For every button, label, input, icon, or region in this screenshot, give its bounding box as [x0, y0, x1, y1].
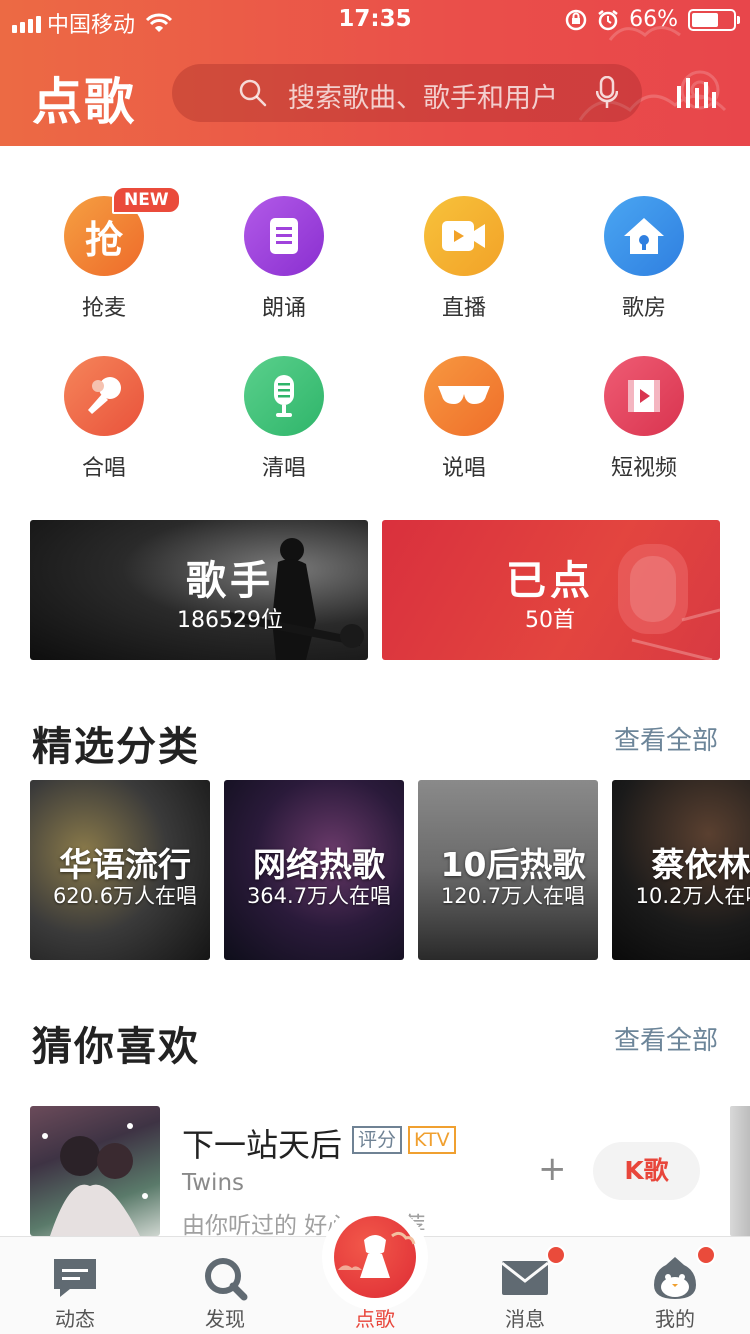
song-cover[interactable] [30, 1106, 160, 1236]
discover-icon [205, 1258, 248, 1301]
feed-icon [54, 1259, 96, 1297]
category-title: 蔡依林 [651, 845, 750, 884]
tab-discover[interactable]: 发现 [150, 1237, 300, 1334]
ktv-tag: KTV [408, 1126, 456, 1154]
tab-feed[interactable]: 动态 [0, 1237, 150, 1334]
search-bar[interactable]: 搜索歌曲、歌手和用户 [172, 64, 642, 122]
category-count: 620.6万人在唱 [52, 884, 198, 908]
song-artist: Twins [182, 1170, 245, 1196]
battery-percent: 66% [629, 7, 678, 32]
chorus-icon [88, 377, 121, 414]
center-sing-circle [334, 1216, 416, 1298]
message-unread-dot [546, 1245, 566, 1265]
center-sing-button[interactable] [322, 1204, 428, 1310]
sing-button[interactable]: K歌 [593, 1142, 700, 1200]
grid-item-a-cappella[interactable]: 清唱 [194, 356, 374, 516]
song-room-icon [624, 218, 664, 254]
singers-title: 歌手 [186, 558, 274, 604]
guess-view-all[interactable]: 查看全部 [614, 1020, 718, 1057]
song-title[interactable]: 下一站天后 [182, 1120, 342, 1166]
short-video-icon [628, 380, 660, 412]
feature-grid: 抢 NEW 抢麦 朗诵 直播 歌房 合唱 清唱 说唱 短视频 [14, 186, 736, 516]
grid-label: 说唱 [441, 456, 486, 481]
grid-label: 合唱 [81, 456, 126, 481]
add-song-button[interactable]: + [538, 1152, 567, 1186]
next-item-edge [730, 1106, 750, 1236]
status-bar: 中国移动 17:35 66% [0, 0, 750, 40]
search-placeholder: 搜索歌曲、歌手和用户 [288, 83, 558, 114]
page-title: 点歌 [32, 73, 136, 131]
sing-icon [338, 1231, 416, 1278]
category-card[interactable]: 华语流行 620.6万人在唱 [30, 780, 210, 960]
battery-fill [692, 12, 719, 27]
rap-icon [438, 386, 490, 404]
category-title: 10后热歌 [440, 845, 586, 884]
search-icon [239, 79, 267, 107]
live-icon [442, 221, 485, 251]
grid-item-rap[interactable]: 说唱 [374, 356, 554, 516]
tab-profile[interactable]: 我的 [600, 1237, 750, 1334]
grid-item-song-room[interactable]: 歌房 [554, 196, 734, 356]
category-title: 华语流行 [59, 845, 191, 884]
ordered-title: 已点 [506, 558, 594, 604]
category-card[interactable]: 10后热歌 120.7万人在唱 [418, 780, 598, 960]
alarm-icon [598, 9, 618, 30]
guess-title: 猜你喜欢 [32, 1024, 200, 1070]
tab-label: 我的 [655, 1307, 695, 1331]
tab-label: 动态 [55, 1307, 95, 1331]
featured-title: 精选分类 [32, 724, 200, 770]
a-cappella-icon [274, 375, 294, 417]
recite-icon [270, 218, 298, 254]
category-count: 364.7万人在唱 [246, 884, 392, 908]
profile-icon [654, 1257, 696, 1299]
tab-label: 消息 [505, 1307, 545, 1331]
tab-messages[interactable]: 消息 [450, 1237, 600, 1334]
profile-unread-dot [696, 1245, 716, 1265]
category-card[interactable]: 蔡依林 10.2万人在唱 [612, 780, 750, 960]
grid-item-live[interactable]: 直播 [374, 196, 554, 356]
grab-mic-icon: 抢 [84, 217, 123, 262]
tab-label: 发现 [205, 1307, 245, 1331]
battery-icon [688, 8, 740, 31]
rotation-lock-icon [565, 9, 587, 30]
grid-label: 歌房 [621, 296, 666, 321]
header: 中国移动 17:35 66% 点歌 搜索歌曲、歌手和用户 [0, 0, 750, 146]
category-count: 120.7万人在唱 [440, 884, 586, 908]
featured-view-all[interactable]: 查看全部 [614, 720, 718, 757]
message-icon [501, 1261, 549, 1295]
grid-label: 朗诵 [261, 296, 306, 321]
grid-label: 抢麦 [81, 296, 126, 321]
grid-label: 短视频 [610, 456, 677, 481]
new-badge: NEW [112, 186, 181, 214]
grid-item-recite[interactable]: 朗诵 [194, 196, 374, 356]
category-card[interactable]: 网络热歌 364.7万人在唱 [224, 780, 404, 960]
microphone-icon[interactable] [596, 76, 618, 110]
category-title: 网络热歌 [253, 845, 385, 884]
grid-item-chorus[interactable]: 合唱 [14, 356, 194, 516]
grid-item-grab-mic[interactable]: 抢 NEW 抢麦 [14, 186, 194, 356]
ranking-icon[interactable] [676, 78, 716, 108]
ordered-banner[interactable]: 已点 50首 [382, 520, 720, 660]
singers-banner[interactable]: 歌手 186529位 [30, 520, 368, 660]
grid-label: 清唱 [261, 456, 306, 481]
ordered-count: 50首 [525, 608, 575, 633]
album-art [42, 1123, 148, 1236]
grid-item-short-video[interactable]: 短视频 [554, 356, 734, 516]
category-count: 10.2万人在唱 [635, 884, 750, 908]
singers-count: 186529位 [177, 608, 283, 633]
score-tag: 评分 [352, 1126, 403, 1154]
grid-label: 直播 [441, 296, 486, 321]
